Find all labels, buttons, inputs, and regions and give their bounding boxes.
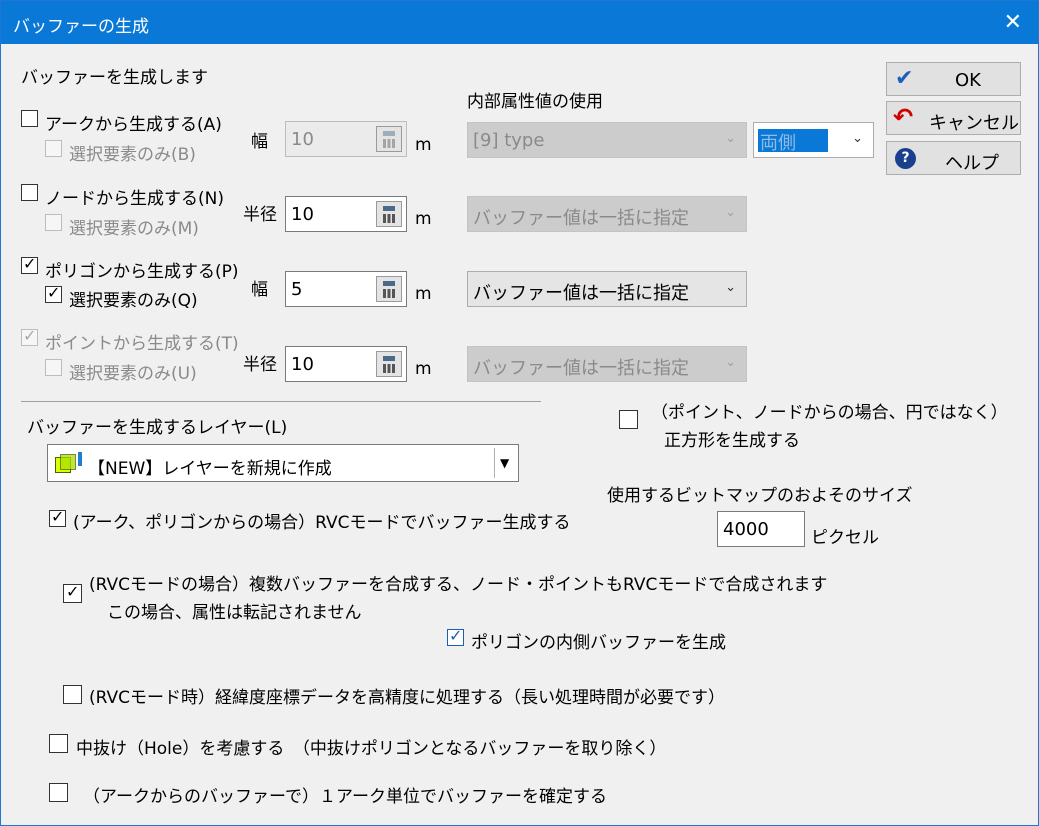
point-selected-only-label: 選択要素のみ(U): [69, 364, 197, 384]
node-label: ノードから生成する(N): [45, 189, 224, 209]
node-selected-only-checkbox[interactable]: [45, 214, 62, 231]
polygon-unit: m: [415, 284, 432, 304]
point-attr-select[interactable]: バッファー値は一括に指定 ⌄: [467, 346, 747, 382]
node-checkbox[interactable]: [21, 184, 38, 201]
unit-arc-label: （アークからのバッファーで）１アーク単位でバッファーを確定する: [83, 787, 607, 807]
chevron-down-icon: ⌄: [725, 131, 736, 146]
rvc-mode-checkbox[interactable]: ✓: [49, 507, 66, 527]
separator: [21, 401, 541, 402]
attr-heading: 内部属性値の使用: [467, 92, 603, 112]
arc-selected-only-checkbox[interactable]: [45, 140, 62, 157]
high-precision-label: (RVCモード時）経緯度座標データを高精度に処理する（長い処理時間が必要です）: [89, 688, 726, 708]
merge-buffers-line2: この場合、属性は転記されません: [107, 603, 362, 623]
arc-selected-only-label: 選択要素のみ(B): [69, 145, 196, 165]
buffer-dialog: バッファーの生成 ✕ バッファーを生成します 内部属性値の使用 アークから生成す…: [0, 0, 1039, 826]
dialog-heading: バッファーを生成します: [21, 68, 208, 88]
help-button[interactable]: ? ヘルプ: [886, 141, 1021, 175]
window-title: バッファーの生成: [13, 17, 149, 37]
layer-label: バッファーを生成するレイヤー(L): [27, 418, 288, 438]
chevron-down-icon: ⌄: [725, 205, 736, 220]
layer-select[interactable]: 【NEW】レイヤーを新規に作成 ▼: [47, 444, 519, 482]
node-radius-label: 半径: [243, 205, 277, 225]
hole-label: 中抜け（Hole）を考慮する （中抜けポリゴンとなるバッファーを取り除く）: [76, 739, 667, 759]
point-selected-only-checkbox[interactable]: [45, 359, 62, 376]
point-radius-input[interactable]: 10: [285, 346, 407, 382]
merge-buffers-checkbox[interactable]: ✓: [63, 582, 82, 603]
arc-label: アークから生成する(A): [45, 115, 222, 135]
bitmap-size-label: 使用するビットマップのおよそのサイズ: [607, 486, 913, 506]
undo-arrow-icon: ↶: [893, 103, 914, 131]
help-icon: ?: [895, 148, 916, 169]
calculator-icon[interactable]: [376, 126, 402, 152]
chevron-down-icon: ⌄: [725, 280, 736, 295]
square-label-line1: （ポイント、ノードからの場合、円ではなく）: [651, 403, 1008, 423]
dropdown-arrow-icon[interactable]: ▼: [494, 448, 517, 478]
node-unit: m: [415, 209, 432, 229]
square-checkbox[interactable]: [619, 410, 638, 429]
polygon-attr-select[interactable]: バッファー値は一括に指定 ⌄: [467, 271, 747, 307]
inner-buffer-checkbox[interactable]: ✓: [447, 626, 464, 646]
node-attr-select[interactable]: バッファー値は一括に指定 ⌄: [467, 196, 747, 232]
arc-side-select[interactable]: 両側 ⌄: [753, 122, 874, 158]
polygon-selected-only-checkbox[interactable]: ✓: [45, 283, 62, 303]
point-label: ポイントから生成する(T): [45, 334, 239, 354]
bitmap-size-input[interactable]: 4000: [717, 511, 805, 547]
polygon-checkbox[interactable]: ✓: [21, 254, 38, 274]
arc-width-input[interactable]: 10: [285, 121, 407, 157]
check-icon: ✔: [895, 66, 914, 91]
node-selected-only-label: 選択要素のみ(M): [69, 219, 199, 239]
point-radius-label: 半径: [243, 355, 277, 375]
arc-unit: m: [415, 135, 432, 155]
ok-button[interactable]: ✔ OK: [886, 62, 1021, 96]
square-label-line2: 正方形を生成する: [664, 431, 800, 451]
rvc-mode-label: (アーク、ポリゴンからの場合）RVCモードでバッファー生成する: [73, 513, 571, 533]
node-radius-input[interactable]: 10: [285, 196, 407, 232]
polygon-label: ポリゴンから生成する(P): [45, 262, 239, 282]
calculator-icon[interactable]: [376, 276, 402, 302]
high-precision-checkbox[interactable]: [63, 685, 82, 704]
polygon-width-label: 幅: [251, 280, 268, 300]
calculator-icon[interactable]: [376, 201, 402, 227]
point-checkbox[interactable]: ✓: [21, 326, 38, 346]
chevron-down-icon: ⌄: [852, 131, 863, 146]
arc-width-label: 幅: [251, 132, 268, 152]
title-bar: バッファーの生成 ✕: [1, 1, 1038, 44]
hole-checkbox[interactable]: [49, 734, 68, 753]
merge-buffers-line1: (RVCモードの場合）複数バッファーを合成する、ノード・ポイントもRVCモードで…: [89, 575, 828, 595]
calculator-icon[interactable]: [376, 351, 402, 377]
close-icon[interactable]: ✕: [1004, 10, 1022, 35]
arc-checkbox[interactable]: [21, 110, 38, 127]
chevron-down-icon: ⌄: [725, 355, 736, 370]
layer-new-icon: [55, 452, 82, 474]
inner-buffer-label: ポリゴンの内側バッファーを生成: [471, 633, 726, 653]
polygon-width-input[interactable]: 5: [285, 271, 407, 307]
arc-attr-select[interactable]: [9] type ⌄: [467, 122, 747, 158]
cancel-button[interactable]: ↶ キャンセル: [886, 101, 1021, 135]
bitmap-size-unit: ピクセル: [811, 528, 879, 548]
polygon-selected-only-label: 選択要素のみ(Q): [69, 291, 198, 311]
point-unit: m: [415, 359, 432, 379]
unit-arc-checkbox[interactable]: [49, 783, 68, 802]
